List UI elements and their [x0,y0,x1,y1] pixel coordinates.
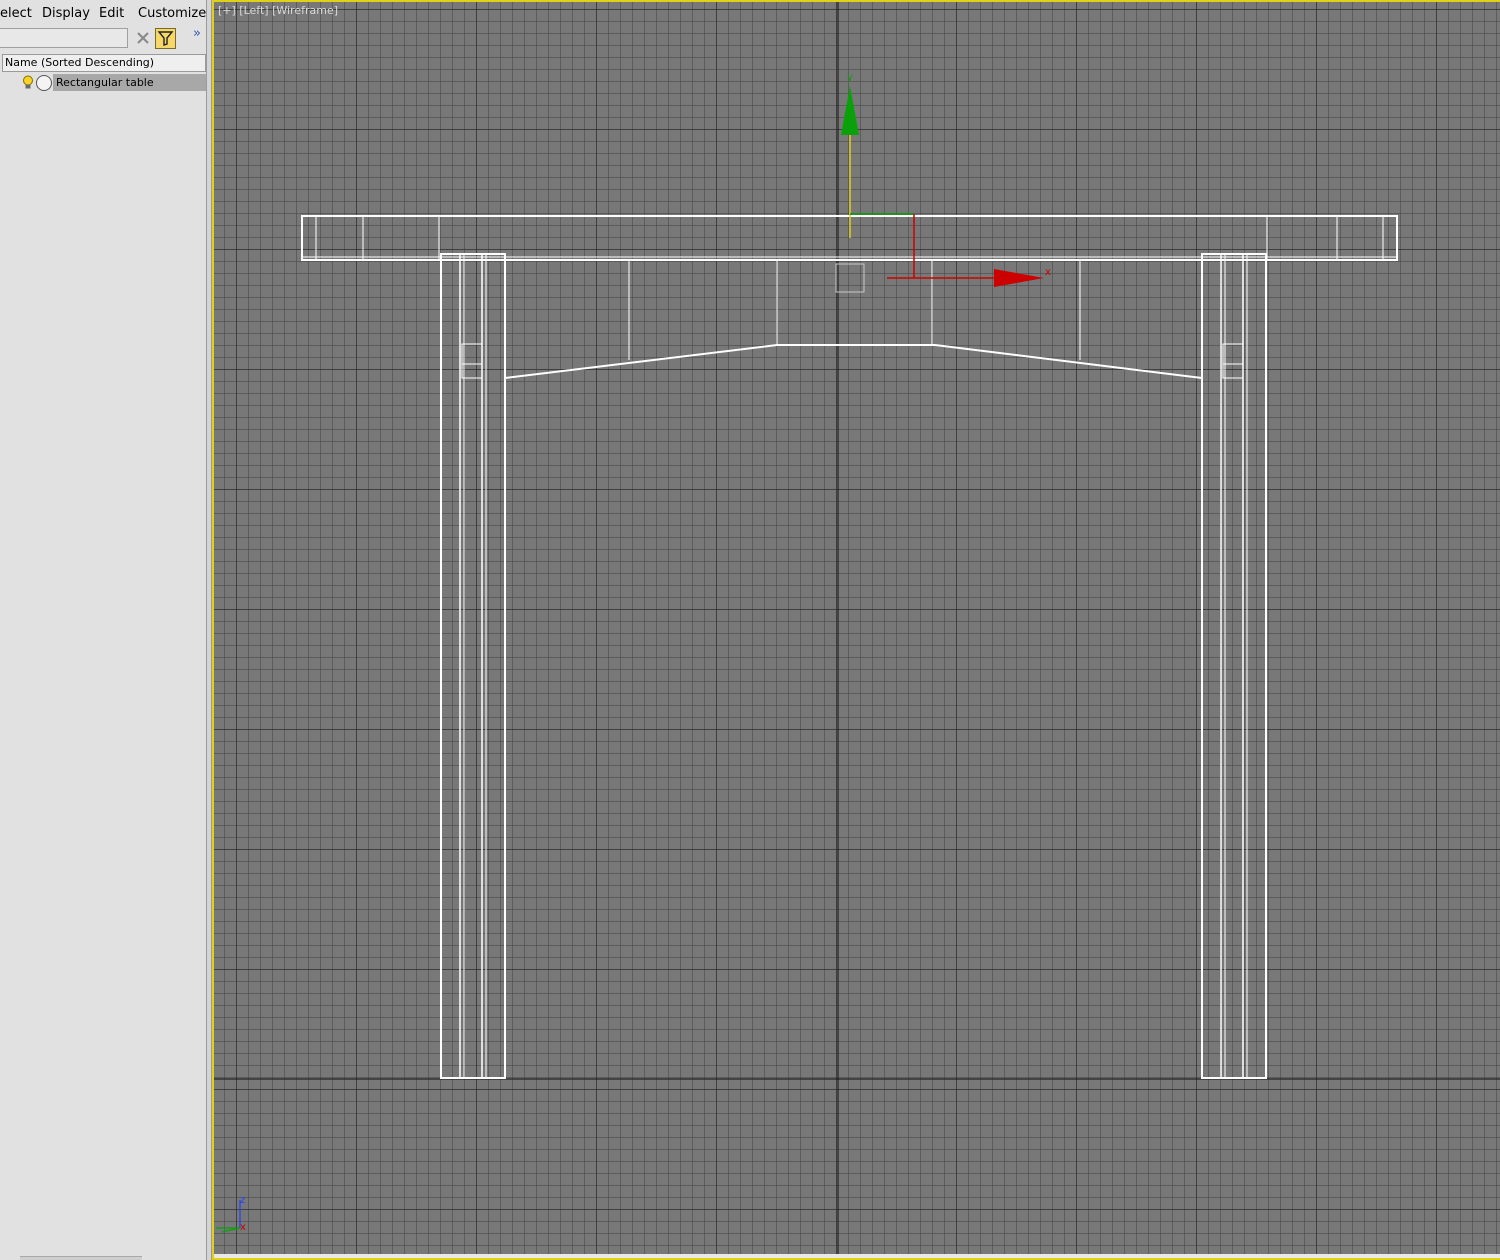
table-wireframe [301,215,1398,1079]
gizmo-x-arrow-icon [994,269,1044,287]
left-leg-wireframe [440,253,506,1079]
search-input[interactable] [0,28,128,48]
horizontal-scrollbar[interactable] [20,1256,142,1260]
menu-edit[interactable]: Edit [99,6,124,21]
viewport-left-wireframe[interactable]: y x z x [+] [Left] [Wireframe] [212,0,1500,1260]
axis-tripod-icon: z x [216,1195,246,1233]
lightbulb-icon[interactable] [22,75,34,91]
column-header-name[interactable]: Name (Sorted Descending) [2,54,206,72]
gizmo-y-arrow-icon [841,86,859,135]
pivot-box [835,263,865,293]
tree-row-rectangular-table[interactable]: Rectangular table [0,73,206,92]
tree-row-label[interactable]: Rectangular table [53,74,206,91]
viewport-label[interactable]: [+] [Left] [Wireframe] [218,4,338,17]
expand-toolbar-icon[interactable]: » [193,26,201,41]
menu-customize[interactable]: Customize [138,6,206,21]
menu-display[interactable]: Display [42,6,90,21]
gizmo-x-label: x [1045,267,1051,278]
move-gizmo[interactable]: y x [841,72,1051,287]
explorer-menubar: elect Display Edit Customize [0,0,210,28]
viewport-bottom-strip [214,1254,1500,1258]
apron-wireframe [504,260,1203,379]
gizmo-y-label: y [847,72,853,83]
menu-select[interactable]: elect [0,6,32,21]
scene-canvas: y x z x [214,2,1500,1258]
right-leg-wireframe [1201,253,1267,1079]
clear-search-icon[interactable] [135,30,151,46]
tripod-x-label: x [240,1222,246,1233]
filter-icon[interactable] [155,28,176,49]
renderable-toggle-icon[interactable] [36,75,52,91]
tripod-z-label: z [240,1195,245,1206]
scene-explorer-panel: elect Display Edit Customize » Name (Sor… [0,0,210,1260]
